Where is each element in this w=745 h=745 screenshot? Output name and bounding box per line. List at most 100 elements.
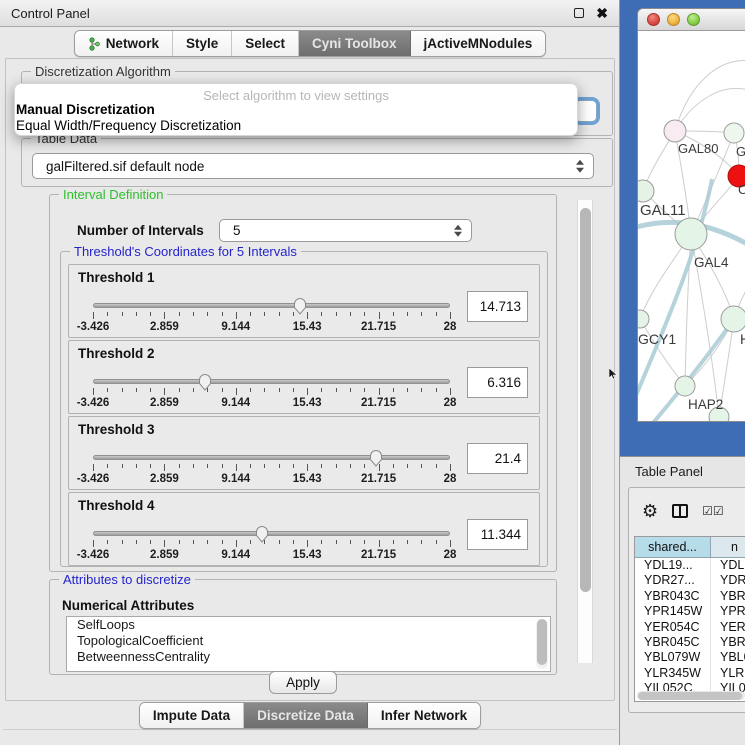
- threshold-1-value-field[interactable]: 14.713: [467, 291, 528, 322]
- attributes-scrollbar[interactable]: [536, 619, 548, 669]
- table-row[interactable]: YBR043CYBR0: [635, 589, 745, 604]
- network-window-titlebar[interactable]: [638, 9, 745, 31]
- table-rows: YDL19...YDL1YDR27...YDR2YBR043CYBR0YPR14…: [635, 558, 745, 697]
- table-hscrollbar-thumb[interactable]: [638, 692, 742, 700]
- mac-zoom-icon[interactable]: [687, 13, 700, 26]
- table-panel-inner: ⚙ ☑☑ shared...n YDL19...YDL1YDR27...YDR2…: [628, 487, 745, 713]
- threshold-panel-3: Threshold 3-3.4262.8599.14415.4321.71528…: [68, 416, 540, 490]
- threshold-4-slider-track[interactable]: [93, 531, 450, 536]
- bottom-tabgroup: Impute DataDiscretize DataInfer Network: [139, 702, 481, 729]
- settings-scrollbar[interactable]: [577, 200, 593, 663]
- panel-title: Control Panel: [11, 6, 90, 21]
- cell-shared-name: YBR043C: [635, 589, 711, 604]
- algorithm-combobox-focus-ring[interactable]: [575, 100, 597, 122]
- tab-cyni-toolbox[interactable]: Cyni Toolbox: [299, 31, 411, 56]
- attributes-group: Attributes to discretize Numerical Attri…: [49, 579, 557, 675]
- number-of-intervals-select[interactable]: 5: [219, 219, 472, 242]
- node-attribute-table[interactable]: shared...n YDL19...YDL1YDR27...YDR2YBR04…: [634, 536, 745, 702]
- column-header-shared[interactable]: shared...: [635, 537, 711, 557]
- threshold-3-slider-track[interactable]: [93, 455, 450, 460]
- tab-select[interactable]: Select: [232, 31, 299, 56]
- table-row[interactable]: YBL079WYBL0: [635, 650, 745, 665]
- cell-name: YBR0: [711, 635, 745, 650]
- select-columns-checkboxes-icon[interactable]: ☑☑: [702, 504, 724, 518]
- tab-cyni-toolbox-label: Cyni Toolbox: [312, 36, 397, 51]
- table-row[interactable]: YPR145WYPR1: [635, 604, 745, 619]
- node-hap2[interactable]: [675, 376, 695, 396]
- table-row[interactable]: YDR27...YDR2: [635, 573, 745, 588]
- threshold-2-slider-track[interactable]: [93, 379, 450, 384]
- table-row[interactable]: YBR045CYBR0: [635, 635, 745, 650]
- tab-style[interactable]: Style: [173, 31, 232, 56]
- settings-scrollbar-thumb[interactable]: [580, 208, 591, 592]
- columns-icon[interactable]: [672, 504, 688, 518]
- network-canvas[interactable]: GAL80GCGAL11GAL4GCY1HHAP2: [638, 31, 745, 422]
- table-row[interactable]: YER054CYER0: [635, 620, 745, 635]
- node-label-gcy1: GCY1: [638, 331, 676, 347]
- algorithm-dropdown-popup: Select algorithm to view settings Manual…: [14, 83, 578, 136]
- control-panel-titlebar: Control Panel ✖: [0, 0, 619, 27]
- node-gcy1[interactable]: [638, 310, 649, 328]
- close-icon[interactable]: ✖: [596, 8, 608, 18]
- table-row[interactable]: YLR345WYLR3: [635, 666, 745, 681]
- attribute-item-betweennesscentrality[interactable]: BetweennessCentrality: [67, 649, 550, 665]
- attribute-item-topologicalcoefficient[interactable]: TopologicalCoefficient: [67, 633, 550, 649]
- number-of-intervals-value: 5: [233, 223, 241, 238]
- threshold-1-slider-track[interactable]: [93, 303, 450, 308]
- tab-network[interactable]: Network: [75, 31, 173, 56]
- attributes-scrollbar-thumb[interactable]: [537, 619, 547, 665]
- algorithm-option-equal-width-frequency-discretization[interactable]: Equal Width/Frequency Discretization: [16, 118, 241, 133]
- table-panel-title: Table Panel: [620, 457, 745, 479]
- control-panel: Control Panel ✖ Network Style Select Cyni T…: [0, 0, 620, 745]
- node-gal4[interactable]: [675, 218, 707, 250]
- network-view-window[interactable]: GAL80GCGAL11GAL4GCY1HHAP2: [637, 8, 745, 422]
- threshold-2-value-field[interactable]: 6.316: [467, 367, 528, 398]
- bottom-tab-discretize-data[interactable]: Discretize Data: [244, 703, 368, 728]
- node-label-c: C: [738, 182, 745, 197]
- node-right-mid[interactable]: [721, 306, 745, 332]
- bottom-tab-infer-network[interactable]: Infer Network: [368, 703, 480, 728]
- gear-icon[interactable]: ⚙: [642, 502, 658, 520]
- table-toolbar: ⚙ ☑☑: [629, 498, 745, 524]
- screen: Control Panel ✖ Network Style Select Cyni T…: [0, 0, 745, 745]
- table-row[interactable]: YDL19...YDL1: [635, 558, 745, 573]
- cyni-toolbox-content: Discretization Algorithm Table Data galF…: [5, 58, 615, 701]
- cell-shared-name: YDL19...: [635, 558, 711, 573]
- table-header-row: shared...n: [635, 537, 745, 558]
- threshold-panel-4: Threshold 4-3.4262.8599.14415.4321.71528…: [68, 492, 540, 566]
- tab-jactivemnodules[interactable]: jActiveMNodules: [411, 31, 546, 56]
- node-label-gal4: GAL4: [694, 255, 729, 270]
- network-graph[interactable]: GAL80GCGAL11GAL4GCY1HHAP2: [638, 31, 745, 422]
- table-panel: Table Panel ⚙ ☑☑ shared...n YDL19...YDL1…: [620, 456, 745, 745]
- column-header-n[interactable]: n: [711, 537, 745, 557]
- discretization-algorithm-legend: Discretization Algorithm: [31, 64, 175, 79]
- mac-minimize-icon[interactable]: [667, 13, 680, 26]
- threshold-1-label: Threshold 1: [78, 270, 155, 285]
- threshold-4-value-field[interactable]: 11.344: [467, 519, 528, 550]
- threshold-4-ticks: [93, 540, 450, 548]
- float-window-icon[interactable]: [574, 8, 584, 18]
- cell-name: YDL1: [711, 558, 745, 573]
- node-pink[interactable]: [664, 120, 686, 142]
- table-hscrollbar[interactable]: [637, 691, 745, 700]
- cell-name: YDR2: [711, 573, 745, 588]
- tab-style-label: Style: [186, 36, 218, 51]
- threshold-3-value-field[interactable]: 21.4: [467, 443, 528, 474]
- tab-network-label: Network: [106, 36, 159, 51]
- bottom-tab-impute-data[interactable]: Impute Data: [140, 703, 244, 728]
- top-tabgroup: Network Style Select Cyni Toolbox jActiveMNo…: [74, 30, 547, 57]
- numerical-attributes-list[interactable]: SelfLoopsTopologicalCoefficientBetweenne…: [66, 616, 551, 672]
- threshold-4-label: Threshold 4: [78, 498, 155, 513]
- apply-button[interactable]: Apply: [269, 671, 337, 694]
- attribute-item-selfloops[interactable]: SelfLoops: [67, 617, 550, 633]
- table-data-select[interactable]: galFiltered.sif default node: [32, 153, 594, 179]
- node-top-right[interactable]: [724, 123, 744, 143]
- node-label-gal80: GAL80: [678, 141, 718, 156]
- network-icon: [88, 37, 100, 51]
- cell-shared-name: YLR345W: [635, 666, 711, 681]
- algorithm-option-manual-discretization[interactable]: Manual Discretization: [16, 102, 155, 117]
- mac-close-icon[interactable]: [647, 13, 660, 26]
- numerical-attributes-header: Numerical Attributes: [62, 598, 194, 613]
- threshold-1-tick-labels: -3.4262.8599.14415.4321.71528: [93, 321, 450, 333]
- interval-definition-legend: Interval Definition: [59, 187, 167, 202]
